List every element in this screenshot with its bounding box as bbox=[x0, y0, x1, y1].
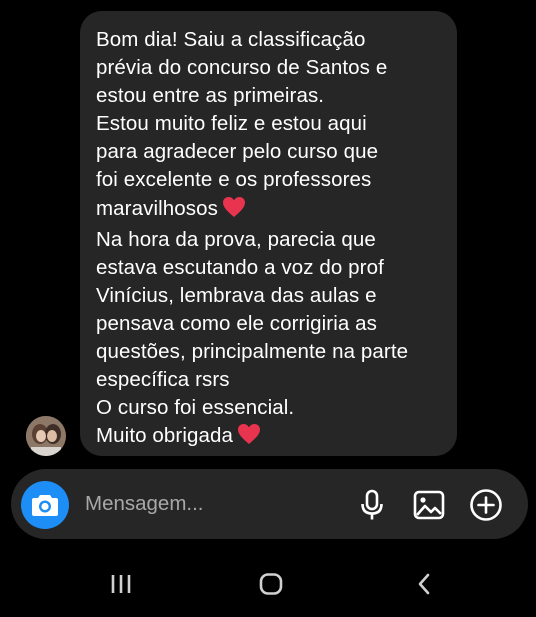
message-line: específica rsrs bbox=[96, 368, 230, 392]
sender-avatar[interactable] bbox=[26, 416, 66, 456]
message-line-with-heart: maravilhosos bbox=[96, 195, 439, 226]
message-input[interactable]: Mensagem... bbox=[85, 489, 335, 519]
message-line: Na hora da prova, parecia que bbox=[96, 227, 376, 251]
message-line: estou entre as primeiras. bbox=[96, 84, 325, 108]
recent-apps-button[interactable] bbox=[99, 569, 143, 599]
recent-apps-icon bbox=[111, 575, 131, 593]
gallery-icon bbox=[413, 490, 445, 520]
message-line-text: Muito obrigada bbox=[96, 424, 234, 448]
back-button[interactable] bbox=[402, 569, 446, 599]
heart-icon bbox=[237, 423, 261, 453]
message-line: Estou muito feliz e estou aqui bbox=[96, 112, 367, 136]
gallery-button[interactable] bbox=[411, 487, 447, 523]
microphone-button[interactable] bbox=[354, 487, 390, 523]
message-line: prévia do concurso de Santos e bbox=[96, 56, 388, 80]
message-line: questões, principalmente na parte bbox=[96, 340, 409, 364]
message-line: pensava como ele corrigiria as bbox=[96, 311, 378, 335]
message-line-text: maravilhosos bbox=[96, 196, 218, 220]
add-button[interactable] bbox=[468, 487, 504, 523]
camera-icon bbox=[32, 495, 58, 516]
message-bubble[interactable]: Bom dia! Saiu a classificação prévia do … bbox=[80, 11, 457, 456]
plus-circle-icon bbox=[470, 489, 502, 521]
heart-icon bbox=[222, 196, 246, 226]
message-line: Vinícius, lembrava das aulas e bbox=[96, 283, 377, 307]
message-composer: Mensagem... bbox=[11, 469, 528, 539]
message-line: para agradecer pelo curso que bbox=[96, 140, 379, 164]
back-icon bbox=[418, 573, 430, 595]
camera-button[interactable] bbox=[21, 481, 69, 529]
chat-screen: Bom dia! Saiu a classificação prévia do … bbox=[0, 0, 536, 617]
incoming-message-row: Bom dia! Saiu a classificação prévia do … bbox=[0, 0, 536, 462]
system-navigation-bar bbox=[0, 555, 536, 617]
message-line: Bom dia! Saiu a classificação bbox=[96, 28, 366, 51]
home-button[interactable] bbox=[249, 569, 293, 599]
message-line: O curso foi essencial. bbox=[96, 396, 295, 420]
message-line: foi excelente e os professores bbox=[96, 168, 372, 192]
avatar-photo bbox=[26, 416, 66, 456]
microphone-icon bbox=[361, 489, 383, 520]
home-icon bbox=[259, 573, 283, 595]
message-line: estava escutando a voz do prof bbox=[96, 255, 384, 279]
message-line-with-heart: Muito obrigada bbox=[96, 422, 439, 453]
